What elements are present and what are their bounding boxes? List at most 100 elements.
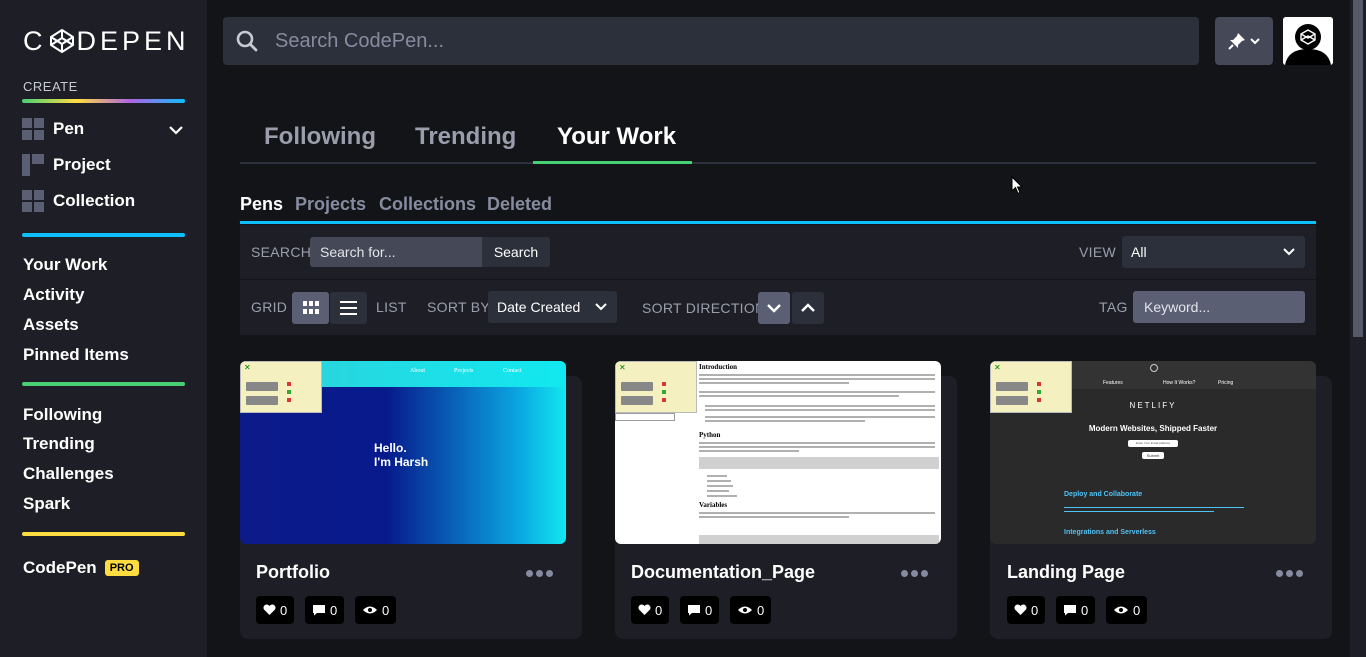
- thumb-nav-how: How It Works?: [1163, 380, 1196, 386]
- pen-preview-landing[interactable]: Features How It Works? Pricing NETLIFY M…: [990, 361, 1316, 544]
- pen-preview-portfolio[interactable]: About Projects Contact Hello. I'm Harsh …: [240, 361, 566, 544]
- chevron-down-icon: [1283, 248, 1295, 256]
- sidebar-item-pinned-items[interactable]: Pinned Items: [23, 345, 129, 365]
- more-options-icon[interactable]: [1276, 568, 1306, 578]
- comment-button[interactable]: 0: [305, 596, 345, 624]
- create-label: CREATE: [23, 79, 78, 94]
- create-pen-label: Pen: [53, 119, 85, 138]
- view-select-value: All: [1131, 244, 1147, 260]
- sort-descending-button[interactable]: [758, 292, 790, 324]
- codepen-pro-label: CodePen: [23, 558, 97, 577]
- sort-by-select[interactable]: Date Created: [488, 291, 617, 323]
- thumb-heading-variables: Variables: [699, 501, 728, 509]
- create-pen-button[interactable]: Pen: [22, 117, 84, 141]
- thumb-nav-features: Features: [1103, 380, 1123, 386]
- view-count: 0: [382, 602, 390, 618]
- sidebar-item-your-work[interactable]: Your Work: [23, 255, 107, 275]
- user-avatar[interactable]: [1283, 17, 1333, 65]
- thumb-email-field: Enter Your Email Address: [1128, 440, 1178, 447]
- comment-icon: [313, 605, 325, 616]
- sidebar-item-following[interactable]: Following: [23, 405, 102, 425]
- comment-count: 0: [705, 602, 713, 618]
- create-rainbow-divider: [22, 99, 185, 103]
- sidebar-item-activity[interactable]: Activity: [23, 285, 84, 305]
- active-tab-indicator: [533, 161, 692, 164]
- like-button[interactable]: 0: [631, 596, 670, 624]
- view-select[interactable]: All: [1122, 236, 1305, 268]
- heart-icon: [263, 604, 276, 615]
- thumb-nav-about: About: [410, 368, 425, 374]
- comment-button[interactable]: 0: [1056, 596, 1096, 624]
- global-search-bar[interactable]: [223, 17, 1199, 65]
- filter-divider: [240, 279, 1316, 280]
- grid-label: GRID: [251, 299, 288, 315]
- sub-tabs: Pens Projects Collections Deleted: [240, 192, 1316, 224]
- like-button[interactable]: 0: [256, 596, 295, 624]
- thumb-name: I'm Harsh: [374, 455, 429, 469]
- sidebar-item-spark[interactable]: Spark: [23, 494, 70, 514]
- subtab-collections[interactable]: Collections: [379, 194, 476, 215]
- like-count: 0: [1031, 602, 1039, 618]
- create-collection-button[interactable]: Collection: [22, 189, 135, 213]
- thumb-nav-projects: Projects: [454, 368, 474, 374]
- filter-panel: SEARCH Search VIEW All GRID LIST SORT BY…: [240, 225, 1316, 335]
- heart-icon: [1014, 604, 1027, 615]
- codepen-cube-icon: [49, 29, 74, 53]
- subtab-projects[interactable]: Projects: [295, 194, 366, 215]
- thumb-section-deploy: Deploy and Collaborate: [1064, 491, 1143, 498]
- pen-preview-documentation[interactable]: Introduction Python Variables ✕: [615, 361, 941, 544]
- subtab-pens[interactable]: Pens: [240, 194, 283, 215]
- thumb-hello: Hello.: [374, 441, 407, 455]
- view-count: 0: [757, 602, 765, 618]
- pen-search-input[interactable]: [310, 237, 482, 267]
- sidebar-item-codepen-pro[interactable]: CodePen PRO: [23, 558, 139, 578]
- like-button[interactable]: 0: [1007, 596, 1046, 624]
- sidebar-divider-green: [22, 382, 185, 386]
- views-stat[interactable]: 0: [730, 596, 772, 624]
- project-icon: [22, 154, 44, 176]
- views-stat[interactable]: 0: [355, 596, 397, 624]
- sidebar-item-challenges[interactable]: Challenges: [23, 464, 114, 484]
- chevron-down-icon: [595, 303, 607, 311]
- grid-view-button[interactable]: [292, 292, 329, 324]
- thumb-nav-pricing: Pricing: [1218, 380, 1234, 386]
- pin-icon: [1227, 33, 1245, 50]
- create-project-label: Project: [53, 155, 111, 174]
- tab-your-work[interactable]: Your Work: [557, 123, 676, 151]
- sidebar-divider-yellow: [22, 532, 185, 536]
- thumb-nav-contact: Contact: [503, 368, 522, 374]
- pen-title[interactable]: Documentation_Page: [631, 562, 815, 583]
- thumb-submit-button: Submit: [1142, 452, 1164, 459]
- mouse-cursor-icon: [1011, 176, 1024, 195]
- list-view-button[interactable]: [330, 292, 367, 324]
- chevron-up-icon: [801, 303, 815, 312]
- more-options-icon[interactable]: [526, 568, 556, 578]
- search-button[interactable]: Search: [482, 237, 550, 267]
- pen-title[interactable]: Landing Page: [1007, 562, 1125, 583]
- eye-icon: [363, 606, 377, 614]
- more-options-icon[interactable]: [901, 568, 931, 578]
- codepen-logo[interactable]: C DEPEN: [23, 26, 190, 56]
- create-project-button[interactable]: Project: [22, 153, 111, 177]
- thumb-bulb-icon: [1150, 364, 1158, 372]
- thumb-headline: Modern Websites, Shipped Faster: [1088, 424, 1218, 433]
- pinned-items-button[interactable]: [1215, 17, 1273, 65]
- global-search-input[interactable]: [275, 29, 1155, 53]
- search-icon: [236, 30, 258, 52]
- scrollbar-thumb[interactable]: [1353, 0, 1363, 337]
- view-label: VIEW: [1079, 244, 1116, 260]
- sort-ascending-button[interactable]: [792, 292, 824, 324]
- subtab-deleted[interactable]: Deleted: [487, 194, 552, 215]
- sidebar-divider-blue: [22, 233, 185, 237]
- pro-badge: PRO: [104, 560, 139, 576]
- views-stat[interactable]: 0: [1106, 596, 1148, 624]
- tag-keyword-input[interactable]: [1133, 291, 1305, 323]
- sidebar-item-assets[interactable]: Assets: [23, 315, 79, 335]
- chevron-down-icon[interactable]: [167, 121, 185, 139]
- tab-trending[interactable]: Trending: [415, 123, 516, 151]
- sidebar-item-trending[interactable]: Trending: [23, 434, 95, 454]
- pen-title[interactable]: Portfolio: [256, 562, 330, 583]
- tab-following[interactable]: Following: [264, 123, 376, 151]
- test-suite-overlay: ✕: [240, 361, 322, 413]
- comment-button[interactable]: 0: [680, 596, 720, 624]
